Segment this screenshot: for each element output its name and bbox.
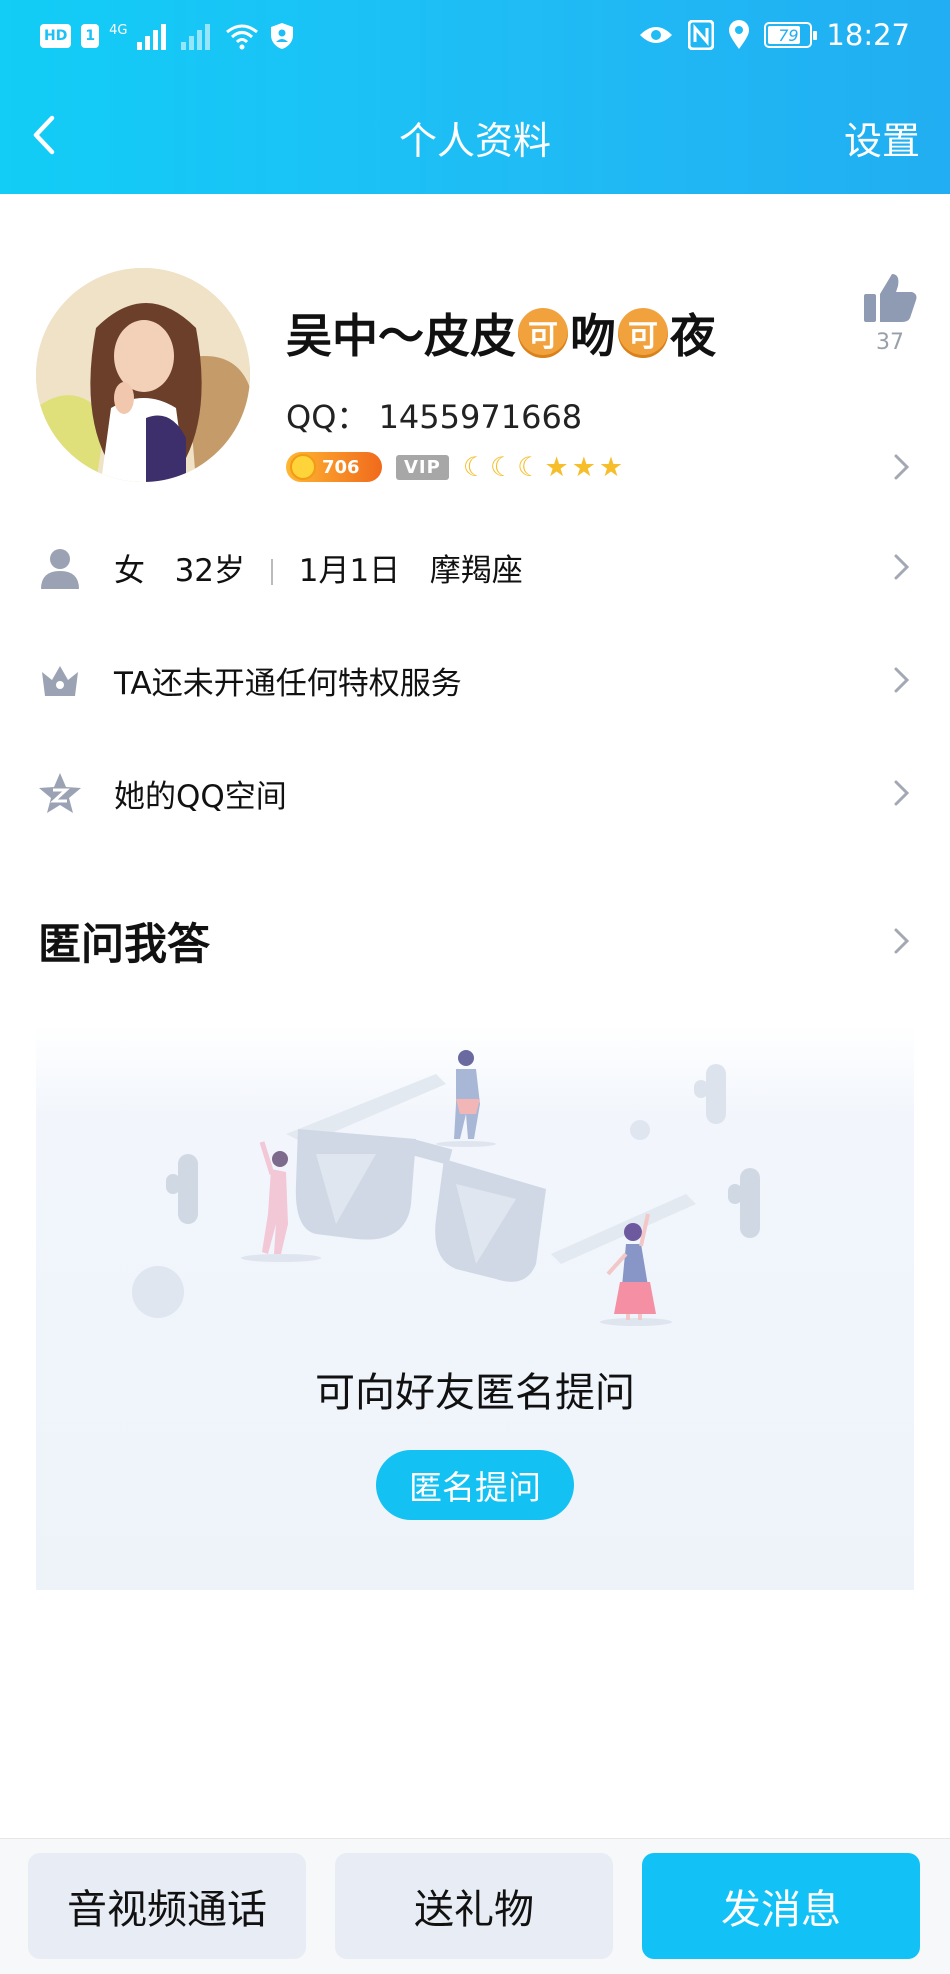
settings-button[interactable]: 设置 bbox=[844, 110, 920, 165]
name-text: 吴中～皮皮 bbox=[286, 309, 516, 363]
qzone-row[interactable]: 她的QQ空间 bbox=[0, 748, 950, 838]
avatar[interactable] bbox=[36, 268, 250, 482]
privilege-row[interactable]: TA还未开通任何特权服务 bbox=[0, 635, 950, 725]
profile-badges[interactable]: 706 VIP ☾ ☾ ☾ ★ ★ ★ bbox=[286, 452, 623, 482]
chevron-right-icon bbox=[894, 554, 910, 580]
star-icon: ★ bbox=[544, 451, 569, 483]
send-message-button[interactable]: 发消息 bbox=[642, 1853, 920, 1959]
video-call-button[interactable]: 音视频通话 bbox=[28, 1853, 306, 1959]
page-title: 个人资料 bbox=[398, 119, 551, 163]
star-icon: ★ bbox=[571, 451, 596, 483]
clock: 18:27 bbox=[826, 18, 910, 52]
basic-info-row[interactable]: 女 32岁 1月1日 摩羯座 bbox=[0, 522, 950, 612]
status-right: 79 18:27 bbox=[638, 18, 910, 52]
send-gift-button[interactable]: 送礼物 bbox=[335, 1853, 613, 1959]
battery-level: 79 bbox=[778, 25, 799, 45]
signal-icon bbox=[137, 24, 167, 50]
chevron-right-icon bbox=[894, 780, 910, 806]
location-icon bbox=[729, 20, 750, 49]
signal-2-icon bbox=[181, 24, 211, 50]
qa-section-title: 匿问我答 bbox=[38, 920, 210, 970]
profile-name: 吴中～皮皮 可 吻 可 夜 bbox=[286, 300, 716, 366]
anonymous-ask-button[interactable]: 匿名提问 bbox=[376, 1450, 574, 1520]
birthday: 1月1日 bbox=[298, 552, 401, 589]
vip-badge: VIP bbox=[396, 454, 449, 480]
star-icon: ★ bbox=[598, 451, 624, 483]
person-icon bbox=[41, 549, 79, 589]
shield-icon bbox=[271, 23, 294, 49]
avatar-image bbox=[36, 268, 250, 482]
sim-badge: 1 bbox=[81, 24, 100, 48]
bottom-action-bar: 音视频通话 送礼物 发消息 bbox=[0, 1838, 950, 1974]
level-icons: ☾ ☾ ☾ ★ ★ ★ bbox=[463, 454, 623, 481]
name-emoji-2: 可 bbox=[618, 308, 668, 358]
status-bar: HD 1 4G 79 18:27 bbox=[0, 0, 950, 76]
coin-badge: 706 bbox=[286, 452, 382, 482]
wifi-icon bbox=[226, 24, 259, 50]
privilege-text: TA还未开通任何特权服务 bbox=[114, 665, 462, 702]
chevron-right-icon[interactable] bbox=[892, 452, 912, 482]
qq-number-line: QQ： 1455971668 bbox=[286, 392, 582, 438]
moon-icon: ☾ bbox=[490, 451, 515, 483]
coin-icon bbox=[290, 454, 316, 480]
qa-prompt: 可向好友匿名提问 bbox=[315, 1370, 635, 1416]
qq-number: 1455971668 bbox=[378, 398, 583, 436]
like-count: 37 bbox=[876, 330, 904, 355]
status-left: HD 1 4G bbox=[40, 22, 295, 50]
gender: 女 bbox=[114, 552, 145, 589]
qzone-text: 她的QQ空间 bbox=[114, 778, 287, 815]
moon-icon: ☾ bbox=[462, 451, 488, 483]
chevron-right-icon[interactable] bbox=[892, 926, 912, 956]
basic-info-text: 女 32岁 1月1日 摩羯座 bbox=[114, 545, 523, 590]
nav-bar: 个人资料 设置 bbox=[0, 96, 950, 176]
coin-value: 706 bbox=[322, 456, 360, 478]
name-emoji-1: 可 bbox=[518, 308, 568, 358]
chevron-right-icon bbox=[894, 667, 910, 693]
age: 32岁 bbox=[174, 552, 246, 589]
eye-icon bbox=[640, 27, 673, 43]
moon-icon: ☾ bbox=[517, 451, 542, 483]
qq-label: QQ： bbox=[286, 398, 369, 436]
divider bbox=[270, 559, 273, 585]
nfc-icon bbox=[688, 20, 715, 50]
name-text-2: 吻 bbox=[570, 309, 616, 363]
header: HD 1 4G 79 18:27 个人资料 设置 bbox=[0, 0, 950, 194]
network-label: 4G bbox=[109, 22, 128, 38]
hd-badge: HD bbox=[40, 24, 72, 48]
like-button[interactable]: 37 bbox=[860, 272, 920, 355]
thumbs-up-icon bbox=[864, 274, 917, 322]
battery-icon: 79 bbox=[764, 22, 818, 48]
qzone-star-icon bbox=[39, 773, 81, 813]
name-text-3: 夜 bbox=[670, 309, 716, 363]
crown-icon bbox=[42, 666, 78, 696]
zodiac: 摩羯座 bbox=[429, 552, 523, 589]
